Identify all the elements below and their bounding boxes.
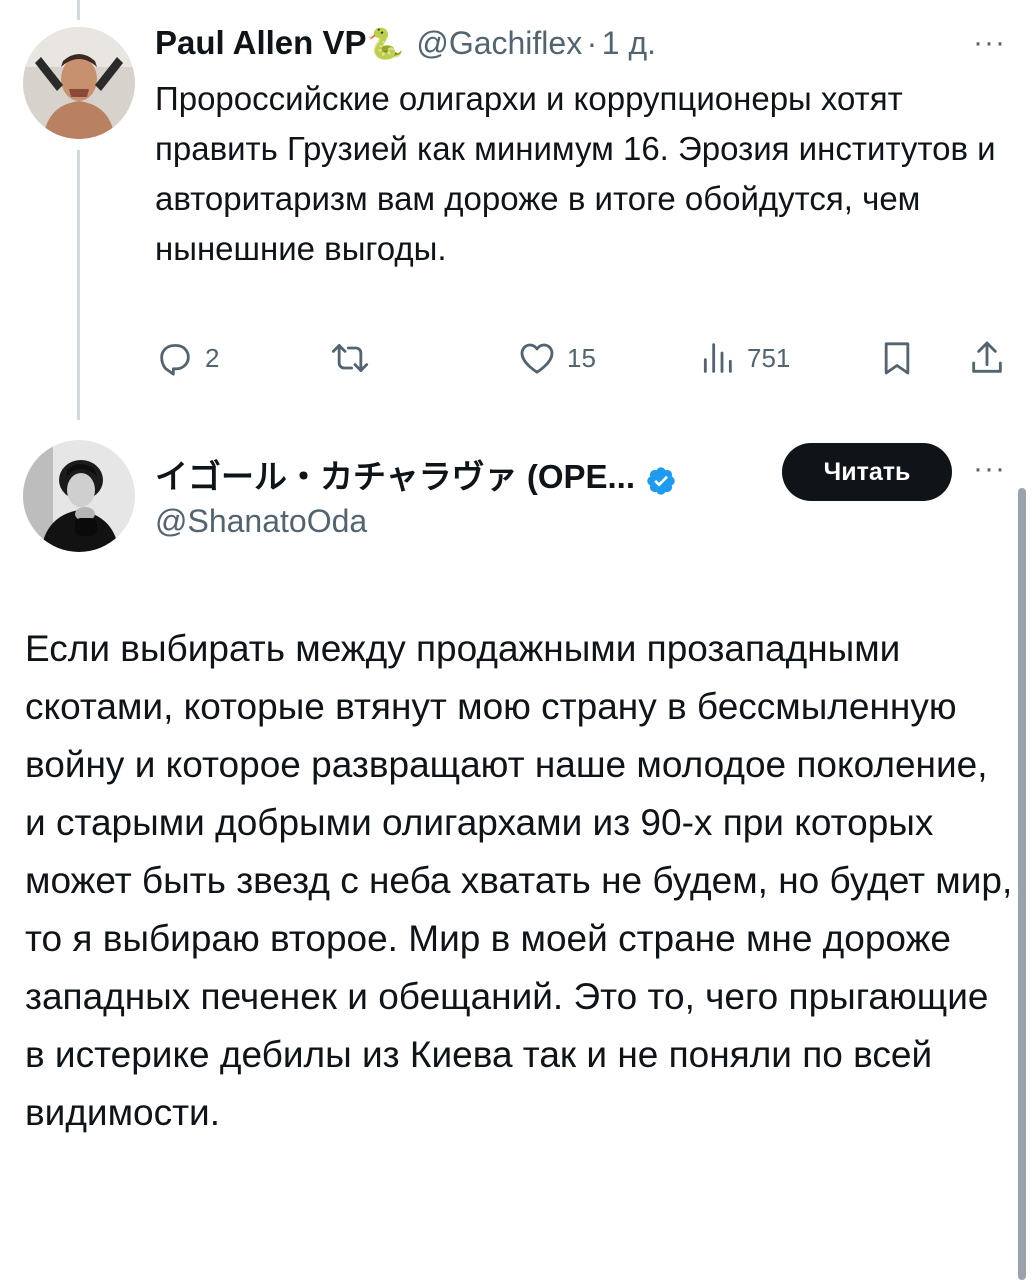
repost-icon bbox=[331, 344, 369, 372]
tweet-1-actions: 2 15 751 bbox=[155, 332, 1015, 384]
tweet-2-handle-row: @ShanatoOda bbox=[155, 503, 367, 540]
share-button[interactable] bbox=[967, 332, 1007, 384]
author-name[interactable]: Paul Allen VP bbox=[155, 24, 367, 61]
thread-line-top bbox=[77, 0, 80, 20]
tweet-1-text: Пророссийские олигархи и коррупционеры х… bbox=[155, 80, 996, 267]
more-options-icon[interactable]: ··· bbox=[973, 452, 1006, 486]
author-handle[interactable]: @ShanatoOda bbox=[155, 503, 367, 539]
bookmark-icon bbox=[884, 342, 910, 375]
tweet-2-header: イゴール・カチャラヴァ (OPE... bbox=[155, 450, 677, 502]
tweet-2-text: Если выбирать между продажными прозападн… bbox=[25, 628, 1013, 1133]
bookmark-button[interactable] bbox=[877, 332, 917, 384]
thread-line-bottom bbox=[77, 150, 80, 420]
share-icon bbox=[972, 341, 1002, 373]
author-name[interactable]: イゴール・カチャラヴァ (OPE... bbox=[155, 458, 635, 495]
reply-count: 2 bbox=[205, 342, 220, 373]
verified-badge-icon bbox=[645, 465, 677, 502]
snake-emoji-icon: 🐍 bbox=[366, 28, 404, 61]
like-count: 15 bbox=[567, 342, 596, 373]
follow-button[interactable]: Читать bbox=[782, 443, 952, 501]
avatar-image bbox=[23, 440, 135, 552]
tweet-1-header: Paul Allen VP🐍 @Gachiflex · 1 д. bbox=[155, 24, 656, 62]
views-button[interactable]: 751 bbox=[697, 332, 790, 384]
like-icon bbox=[520, 343, 554, 374]
views-icon bbox=[703, 343, 732, 373]
avatar[interactable] bbox=[23, 440, 135, 552]
scrollbar[interactable] bbox=[1018, 488, 1026, 1280]
reply-icon bbox=[160, 344, 190, 376]
more-options-icon[interactable]: ··· bbox=[973, 26, 1006, 60]
separator: · bbox=[586, 25, 598, 61]
avatar[interactable] bbox=[23, 27, 135, 139]
repost-button[interactable] bbox=[327, 332, 383, 384]
reply-button[interactable]: 2 bbox=[155, 332, 219, 384]
avatar-image bbox=[23, 27, 135, 139]
views-count: 751 bbox=[747, 342, 791, 373]
timestamp[interactable]: 1 д. bbox=[602, 25, 656, 61]
like-button[interactable]: 15 bbox=[517, 332, 596, 384]
author-handle[interactable]: @Gachiflex bbox=[416, 25, 582, 61]
